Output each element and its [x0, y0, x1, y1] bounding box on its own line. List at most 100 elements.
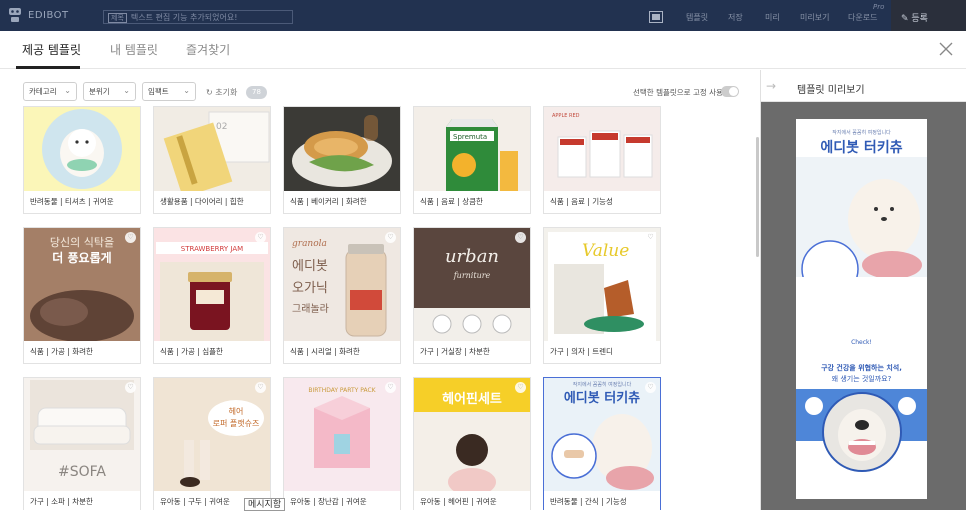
favorite-heart-icon[interactable]: ♡: [255, 232, 266, 243]
svg-text:urban: urban: [445, 246, 499, 267]
template-caption: 가구 | 의자 | 트렌디: [550, 347, 613, 356]
template-card[interactable]: 식품 | 베이커리 | 화려한: [283, 106, 401, 214]
favorite-heart-icon[interactable]: ♡: [255, 382, 266, 393]
fix-template-toggle[interactable]: [721, 86, 739, 97]
menu-download[interactable]: 다운로드: [848, 12, 877, 23]
template-caption: 유아동 | 장난감 | 귀여운: [290, 497, 367, 506]
svg-text:작지에서 꼼꼼히 여정입니다: 작지에서 꼼꼼히 여정입니다: [573, 381, 632, 388]
edit-icon: ✎: [901, 14, 912, 24]
favorite-heart-icon[interactable]: ♡: [645, 382, 656, 393]
template-card[interactable]: Value ♡ 가구 | 의자 | 트렌디: [543, 227, 661, 364]
impact-label: 임팩트: [148, 87, 169, 96]
poster-subline: 왜 생기는 것일까요?: [831, 375, 892, 383]
reset-filter-button[interactable]: ↻ 초기화: [206, 87, 237, 98]
svg-text:헤어핀세트: 헤어핀세트: [442, 391, 502, 407]
favorite-heart-icon[interactable]: ♡: [385, 232, 396, 243]
template-card-selected[interactable]: 작지에서 꼼꼼히 여정입니다 에디봇 터키츄 ♡ 반려동물 | 간식 | 기능성: [543, 377, 661, 510]
template-caption: 식품 | 시리얼 | 화려한: [290, 347, 360, 356]
mood-dropdown[interactable]: 분위기 ⌄: [83, 82, 136, 101]
template-caption: 식품 | 가공 | 화려한: [30, 347, 93, 356]
favorite-heart-icon[interactable]: ♡: [515, 382, 526, 393]
template-grid: 반려동물 | 티셔츠 | 귀여운 02 생활용품 | 다이어리 | 힙한 식품 …: [0, 106, 760, 510]
template-card[interactable]: 02 생활용품 | 다이어리 | 힙한: [153, 106, 271, 214]
refresh-icon: ↻: [206, 88, 213, 97]
template-thumbnail: 02: [154, 107, 270, 191]
favorite-heart-icon[interactable]: ♡: [385, 382, 396, 393]
brand-name: EDIBOT: [28, 10, 69, 21]
template-card[interactable]: Spremuta 식품 | 음료 | 상큼한: [413, 106, 531, 214]
tab-favorites[interactable]: 즐겨찾기: [186, 41, 230, 58]
svg-text:에디봇: 에디봇: [292, 259, 328, 274]
favorite-heart-icon[interactable]: ♡: [515, 232, 526, 243]
template-card[interactable]: 당신의 식탁을 더 풍요롭게 ♡ 식품 | 가공 | 화려한: [23, 227, 141, 364]
template-caption: 식품 | 음료 | 기능성: [550, 197, 613, 206]
template-card[interactable]: APPLE RED 식품 | 음료 | 기능성: [543, 106, 661, 214]
template-thumbnail: 작지에서 꼼꼼히 여정입니다 에디봇 터키츄 ♡: [544, 378, 660, 491]
app-bar: EDIBOT 제목 텍스트 편집 기능 추가되었어요! 템플릿 저장 미리 미리보…: [0, 0, 966, 31]
svg-text:#SOFA: #SOFA: [58, 464, 106, 480]
poster-subtitle: 작지에서 꼼꼼히 여정입니다: [832, 130, 891, 136]
grid-scrollbar[interactable]: [756, 137, 759, 257]
preview-title: 템플릿 미리보기: [797, 85, 865, 96]
template-thumbnail: [284, 107, 400, 191]
template-thumbnail: STRAWBERRY JAM ♡: [154, 228, 270, 341]
register-button[interactable]: ✎ 등록: [891, 0, 966, 31]
template-card[interactable]: urban furniture ♡ 가구 | 거실장 | 차분한: [413, 227, 531, 364]
template-caption: 가구 | 거실장 | 차분한: [420, 347, 490, 356]
template-thumbnail: BIRTHDAY PARTY PACK ♡: [284, 378, 400, 491]
template-thumbnail: urban furniture ♡: [414, 228, 530, 341]
svg-text:02: 02: [216, 122, 227, 132]
arrow-right-icon[interactable]: →: [766, 79, 776, 93]
template-caption: 식품 | 가공 | 심플한: [160, 347, 223, 356]
svg-text:STRAWBERRY JAM: STRAWBERRY JAM: [181, 245, 243, 253]
menu-preview-short[interactable]: 미리: [765, 12, 780, 23]
template-thumbnail: granola 에디봇 오가닉 그래놀라 ♡: [284, 228, 400, 341]
notice-bar[interactable]: 제목 텍스트 편집 기능 추가되었어요!: [103, 10, 293, 24]
svg-text:APPLE RED: APPLE RED: [552, 113, 580, 119]
template-card[interactable]: STRAWBERRY JAM ♡ 식품 | 가공 | 심플한: [153, 227, 271, 364]
svg-text:BIRTHDAY PARTY PACK: BIRTHDAY PARTY PACK: [308, 387, 376, 394]
grid-menu-icon[interactable]: [650, 12, 662, 22]
menu-templates[interactable]: 템플릿: [686, 12, 708, 23]
tab-my-templates[interactable]: 내 템플릿: [110, 41, 158, 58]
favorite-heart-icon[interactable]: ♡: [125, 232, 136, 243]
poster-dog-closeup: [822, 392, 902, 472]
impact-dropdown[interactable]: 임팩트 ⌄: [142, 82, 196, 101]
template-thumbnail: Value ♡: [544, 228, 660, 341]
poster-headline: 구강 건강을 위협하는 치석,: [821, 364, 902, 372]
reset-label: 초기화: [215, 88, 238, 97]
template-card[interactable]: 헤어 로퍼 플랫슈즈 ♡ 유아동 | 구두 | 귀여운: [153, 377, 271, 510]
template-caption: 식품 | 베이커리 | 화려한: [290, 197, 367, 206]
template-card[interactable]: 반려동물 | 티셔츠 | 귀여운: [23, 106, 141, 214]
menu-save[interactable]: 저장: [728, 12, 743, 23]
menu-preview[interactable]: 미리보기: [800, 12, 829, 23]
svg-text:그래놀라: 그래놀라: [292, 303, 329, 315]
svg-text:furniture: furniture: [453, 271, 491, 280]
result-count-badge: 78: [246, 86, 267, 99]
category-dropdown[interactable]: 카테고리 ⌄: [23, 82, 77, 101]
preview-poster: 작지에서 꼼꼼히 여정입니다 에디봇 터키츄 Check! 구강 건강을 위협하…: [796, 119, 927, 499]
template-card[interactable]: 헤어핀세트 ♡ 유아동 | 헤어핀 | 귀여운: [413, 377, 531, 510]
template-card[interactable]: #SOFA ♡ 가구 | 소파 | 차분한: [23, 377, 141, 510]
poster-check-label: Check!: [851, 339, 872, 346]
template-caption: 가구 | 소파 | 차분한: [30, 497, 93, 506]
poster-title: 에디봇 터키츄: [820, 140, 903, 156]
template-caption: 생활용품 | 다이어리 | 힙한: [160, 197, 244, 206]
edibot-logo-icon[interactable]: [8, 7, 22, 23]
template-thumbnail: #SOFA ♡: [24, 378, 140, 491]
template-card[interactable]: BIRTHDAY PARTY PACK ♡ 유아동 | 장난감 | 귀여운: [283, 377, 401, 510]
close-icon[interactable]: [937, 40, 955, 58]
chevron-down-icon: ⌄: [123, 86, 130, 95]
template-card[interactable]: granola 에디봇 오가닉 그래놀라 ♡ 식품 | 시리얼 | 화려한: [283, 227, 401, 364]
pro-badge: Pro: [873, 3, 885, 11]
svg-text:오가닉: 오가닉: [292, 281, 328, 296]
tab-provided-templates[interactable]: 제공 템플릿: [22, 41, 81, 58]
favorite-heart-icon[interactable]: ♡: [645, 232, 656, 243]
favorite-heart-icon[interactable]: ♡: [125, 382, 136, 393]
notice-tag: 제목: [108, 13, 127, 23]
svg-text:헤어: 헤어: [229, 406, 244, 416]
tooltip: 메시지함: [244, 498, 286, 511]
chevron-down-icon: ⌄: [183, 86, 190, 95]
svg-text:로퍼 플랫슈즈: 로퍼 플랫슈즈: [213, 418, 260, 428]
svg-text:더 풍요롭게: 더 풍요롭게: [52, 250, 111, 265]
